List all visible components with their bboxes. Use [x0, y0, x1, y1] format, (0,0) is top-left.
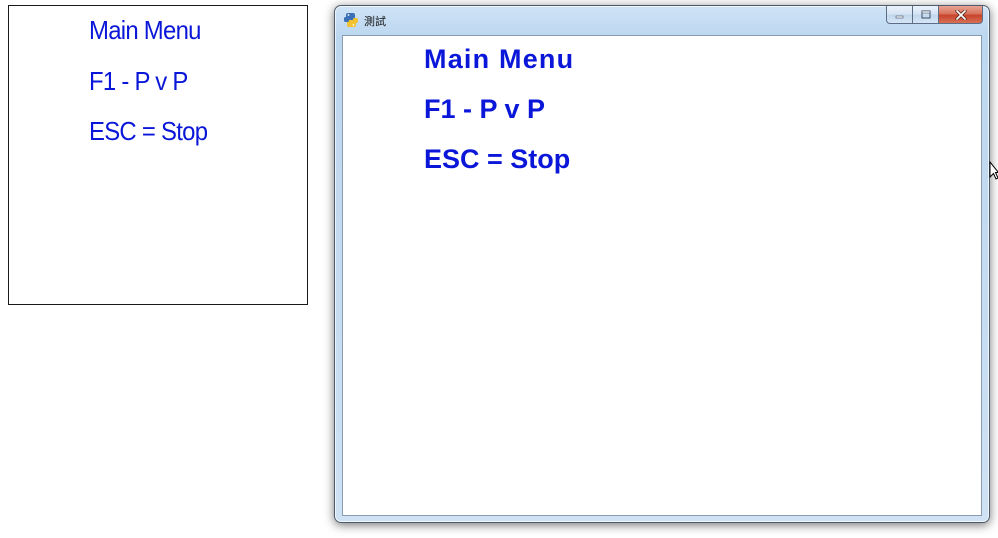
menu-option-stop: ESC = Stop — [89, 116, 208, 146]
menu-title: Main Menu — [89, 15, 201, 45]
menu-option-stop: ESC = Stop — [424, 144, 571, 174]
minimize-icon — [895, 15, 903, 18]
close-icon — [954, 9, 967, 20]
window-title: 測試 — [364, 15, 386, 28]
maximize-button[interactable] — [912, 6, 938, 24]
preview-panel: Main Menu F1 - P v P ESC = Stop — [8, 5, 308, 305]
desktop: Main Menu F1 - P v P ESC = Stop 測試 Main … — [0, 0, 998, 538]
python-icon[interactable] — [343, 12, 359, 28]
menu-option-pvp: F1 - P v P — [424, 94, 546, 124]
menu-option-pvp: F1 - P v P — [89, 66, 188, 96]
app-window: 測試 Main Menu F1 - P v P ESC = Stop — [334, 5, 990, 523]
menu-title: Main Menu — [424, 44, 575, 74]
title-bar[interactable]: 測試 — [335, 6, 989, 34]
mouse-cursor-icon — [989, 161, 998, 180]
maximize-icon — [921, 10, 930, 19]
close-button[interactable] — [938, 6, 983, 24]
game-canvas[interactable]: Main Menu F1 - P v P ESC = Stop — [342, 35, 982, 516]
caption-buttons — [886, 6, 983, 25]
minimize-button[interactable] — [886, 6, 912, 24]
